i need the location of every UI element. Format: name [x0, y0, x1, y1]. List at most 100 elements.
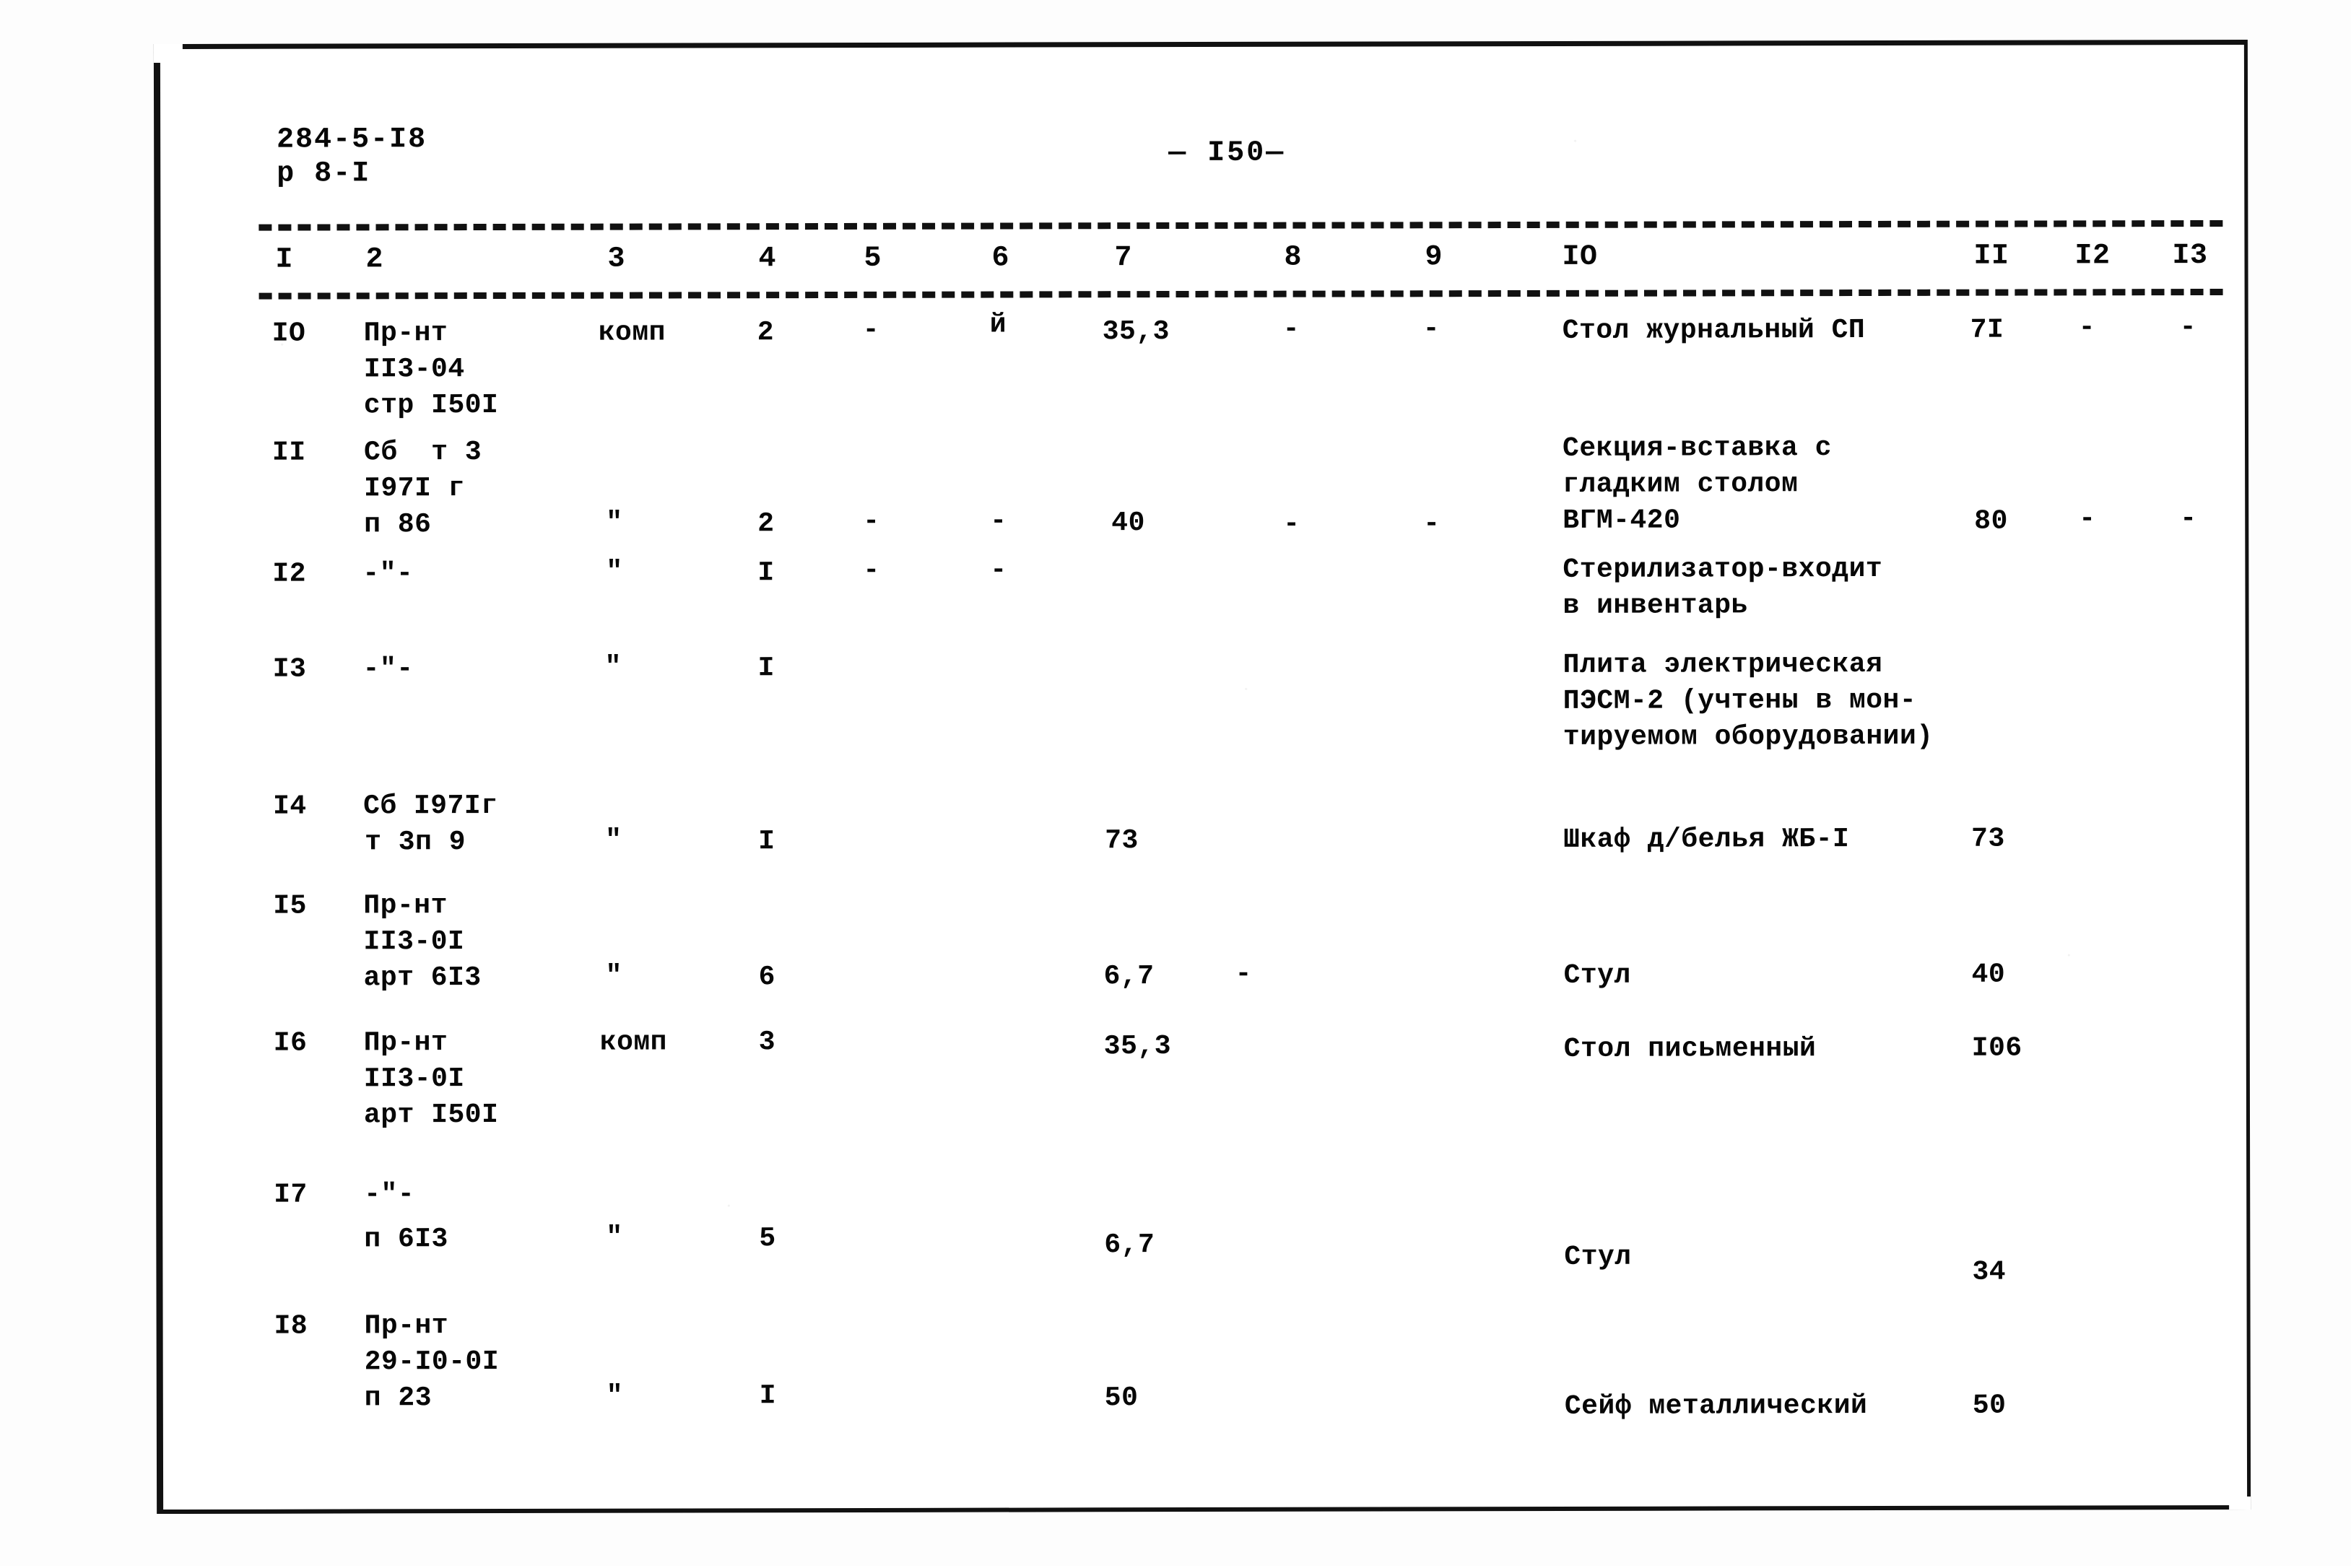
- column-header-10: IO: [1562, 240, 1598, 274]
- row-1-col-11: 7I: [1970, 314, 2004, 346]
- row-1-col-3: комп: [598, 317, 666, 349]
- row-1-col-8: -: [1282, 313, 1300, 345]
- table-rule-top: [258, 219, 2223, 231]
- document-code-line-2: р 8-I: [277, 157, 371, 191]
- row-9-col-11: 50: [1972, 1390, 2007, 1421]
- column-header-3: 3: [607, 243, 626, 276]
- row-5-col-1: I4: [273, 790, 307, 822]
- row-7-col-3: комп: [599, 1027, 668, 1058]
- row-9-col-2-line-1: Пр-нт: [364, 1310, 449, 1342]
- row-6-col-1: I5: [273, 890, 308, 922]
- row-3-col-4: I: [757, 557, 775, 589]
- row-2-col-6: -: [990, 505, 1007, 537]
- row-2-col-9: -: [1423, 508, 1440, 540]
- column-header-5: 5: [864, 242, 882, 275]
- row-5-col-11: 73: [1971, 823, 2005, 855]
- table-row: I3 -"- " I Плита электрическая ПЭСМ-2 (у…: [0, 0, 2350, 753]
- row-5-col-2-line-1: Сб I97Iг: [363, 790, 498, 822]
- row-7-col-10-line-1: Стол письменный: [1563, 1033, 1817, 1065]
- row-1-col-7: 35,3: [1102, 316, 1170, 348]
- column-header-6: 6: [991, 242, 1010, 275]
- column-header-8: 8: [1284, 241, 1303, 274]
- row-2-col-10-line-3: ВГМ-420: [1563, 505, 1681, 536]
- row-2-col-13: -: [2180, 503, 2197, 535]
- row-1-col-12: -: [2078, 312, 2096, 344]
- row-4-col-10-line-2: ПЭСМ-2 (учтены в мон-: [1563, 684, 1917, 717]
- row-3-col-3: ": [606, 556, 623, 588]
- table-row: II Сб т 3 I97I г п 86 " 2 - - 40 - - Сек…: [0, 0, 2350, 540]
- column-header-11: II: [1973, 240, 2009, 273]
- row-8-col-1: I7: [274, 1179, 308, 1211]
- row-1-col-10-line-1: Стол журнальный СП: [1562, 314, 1866, 347]
- row-2-col-12: -: [2079, 503, 2096, 535]
- row-2-col-8: -: [1283, 508, 1300, 540]
- row-7-col-2-line-2: II3-0I: [363, 1063, 465, 1095]
- row-2-col-10-line-2: гладким столом: [1563, 469, 1799, 500]
- row-1-col-6: й: [989, 309, 1007, 341]
- row-2-col-4: 2: [757, 508, 775, 540]
- row-1-col-13: -: [2179, 312, 2197, 344]
- row-4-col-10-line-1: Плита электрическая: [1563, 648, 1883, 681]
- row-3-col-10-line-2: в инвентарь: [1563, 590, 1748, 622]
- row-7-col-11: I06: [1971, 1032, 2022, 1064]
- row-6-col-4: 6: [758, 962, 775, 993]
- row-9-col-2-line-3: п 23: [364, 1382, 433, 1414]
- row-5-col-10-line-1: Шкаф д/белья ЖБ-I: [1563, 824, 1850, 855]
- row-6-col-2-line-1: Пр-нт: [363, 890, 448, 922]
- row-6-col-8: -: [1235, 958, 1252, 990]
- row-6-col-7: 6,7: [1103, 961, 1155, 993]
- scanned-page: 284-5-I8 р 8-I — I50— I 2 3 4 5 6 7 8 9 …: [0, 0, 2351, 1566]
- row-1-col-2-line-3: стр I50I: [363, 389, 499, 422]
- row-3-col-2-line-1: -"-: [362, 558, 414, 590]
- row-9-col-4: I: [759, 1380, 777, 1412]
- row-3-col-6: -: [990, 554, 1007, 586]
- row-2-col-7: 40: [1111, 508, 1145, 539]
- row-1-col-2-line-2: II3-04: [363, 354, 465, 386]
- row-4-col-10-line-3: тируемом оборудовании): [1563, 720, 1934, 753]
- row-5-col-7: 73: [1105, 825, 1139, 857]
- row-2-col-10-line-1: Секция-вставка с: [1562, 432, 1832, 464]
- column-header-1: I: [275, 243, 294, 276]
- column-header-9: 9: [1425, 241, 1443, 274]
- table-row: IO Пр-нт II3-04 стр I50I комп 2 - й 35,3…: [0, 0, 2350, 421]
- row-5-col-2-line-2: т 3п 9: [365, 827, 466, 858]
- row-8-col-11: 34: [1972, 1256, 2007, 1288]
- row-7-col-4: 3: [758, 1027, 776, 1058]
- column-header-2: 2: [365, 243, 384, 276]
- row-2-col-5: -: [863, 505, 880, 537]
- row-1-col-5: -: [862, 314, 880, 346]
- row-7-col-7: 35,3: [1103, 1031, 1172, 1063]
- row-8-col-2-line-1: -"-: [364, 1179, 415, 1211]
- row-6-col-11: 40: [1971, 959, 2006, 990]
- row-9-col-10-line-1: Сейф металлический: [1564, 1390, 1868, 1422]
- row-3-col-10-line-1: Стерилизатор-входит: [1563, 553, 1883, 585]
- row-9-col-2-line-2: 29-I0-0I: [364, 1346, 500, 1378]
- column-header-13: I3: [2172, 240, 2208, 273]
- table-row: I6 Пр-нт II3-0I арт I50I комп 3 35,3 Сто…: [0, 0, 2350, 1131]
- row-1-col-2-line-1: Пр-нт: [363, 318, 448, 349]
- row-9-col-7: 50: [1104, 1382, 1139, 1414]
- row-6-col-2-line-3: арт 6I3: [363, 962, 482, 994]
- row-6-col-10-line-1: Стул: [1563, 959, 1631, 991]
- row-4-col-4: I: [757, 653, 775, 684]
- column-header-7: 7: [1114, 242, 1133, 275]
- table-row: I7 -"- п 6I3 " 5 6,7 Стул 34: [0, 0, 2350, 1287]
- row-7-col-1: I6: [273, 1027, 308, 1059]
- page-content: 284-5-I8 р 8-I — I50— I 2 3 4 5 6 7 8 9 …: [0, 0, 2351, 1568]
- row-5-col-3: ": [605, 824, 622, 856]
- row-2-col-2-line-3: п 86: [364, 509, 432, 541]
- row-1-col-9: -: [1422, 313, 1440, 345]
- row-2-col-2-line-1: Сб т 3: [363, 437, 482, 469]
- document-code-line-1: 284-5-I8: [277, 123, 427, 157]
- row-8-col-10-line-1: Стул: [1564, 1241, 1632, 1273]
- row-8-col-3: ": [606, 1221, 623, 1253]
- row-7-col-2-line-1: Пр-нт: [363, 1027, 448, 1059]
- row-2-col-1: II: [271, 437, 306, 469]
- row-3-col-5: -: [863, 554, 880, 586]
- table-row: I2 -"- " I - - Стерилизатор-входит в инв…: [0, 0, 2350, 622]
- table-row: I5 Пр-нт II3-0I арт 6I3 " 6 6,7 - Стул 4…: [0, 0, 2350, 993]
- row-3-col-1: I2: [272, 558, 307, 590]
- page-marker: — I50—: [1168, 136, 1286, 170]
- row-6-col-2-line-2: II3-0I: [363, 926, 465, 958]
- row-2-col-11: 80: [1974, 505, 2008, 537]
